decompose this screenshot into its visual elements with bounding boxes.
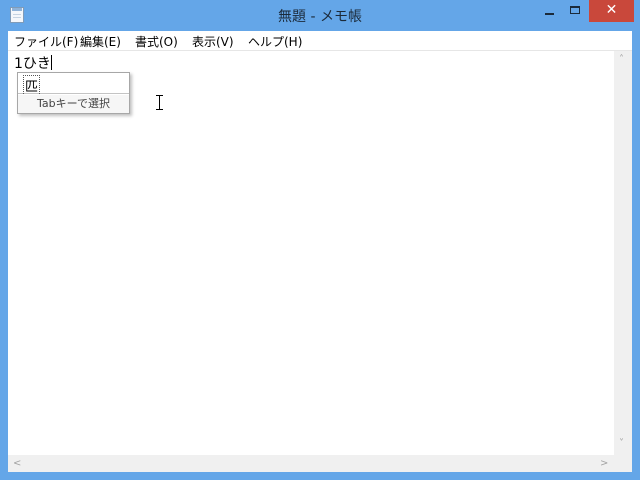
scroll-down-icon[interactable]: ˅ xyxy=(619,439,624,449)
menu-help[interactable]: ヘルプ(H) xyxy=(248,33,302,50)
ime-candidate-window: 匹 Tabキーで選択 xyxy=(17,72,130,114)
text-editor[interactable]: 1ひき 匹 Tabキーで選択 ˄ ˅ < > xyxy=(8,51,632,472)
ime-candidate-item[interactable]: 匹 xyxy=(18,73,129,96)
close-button[interactable]: ✕ xyxy=(589,0,634,22)
ime-composition-text: ひき xyxy=(22,56,51,73)
menu-format[interactable]: 書式(O) xyxy=(135,33,178,50)
menu-view[interactable]: 表示(V) xyxy=(192,33,234,50)
title-bar[interactable]: 無題 - メモ帳 ✕ xyxy=(0,0,640,31)
vertical-scrollbar[interactable]: ˄ ˅ xyxy=(614,51,632,455)
scroll-right-icon[interactable]: > xyxy=(600,459,608,469)
ime-candidate-text: 匹 xyxy=(23,75,41,96)
maximize-button[interactable] xyxy=(562,0,589,22)
text-caret xyxy=(50,55,52,70)
menu-file[interactable]: ファイル(F) xyxy=(14,33,78,50)
editor-text-line: 1ひき xyxy=(14,53,52,73)
minimize-button[interactable] xyxy=(536,0,562,22)
notepad-window: 無題 - メモ帳 ✕ ファイル(F) 編集(E) 書式(O) 表示(V) ヘルプ… xyxy=(0,0,640,480)
menu-bar: ファイル(F) 編集(E) 書式(O) 表示(V) ヘルプ(H) xyxy=(8,31,632,51)
menu-edit[interactable]: 編集(E) xyxy=(80,33,121,50)
ime-hint-text: Tabキーで選択 xyxy=(18,95,129,113)
committed-text: 1 xyxy=(14,56,23,72)
scrollbar-corner xyxy=(614,455,632,472)
scroll-up-icon[interactable]: ˄ xyxy=(619,55,624,65)
ibeam-cursor-icon xyxy=(156,95,163,110)
scroll-left-icon[interactable]: < xyxy=(13,459,21,469)
horizontal-scrollbar[interactable]: < > xyxy=(8,455,614,472)
close-icon: ✕ xyxy=(605,2,618,18)
